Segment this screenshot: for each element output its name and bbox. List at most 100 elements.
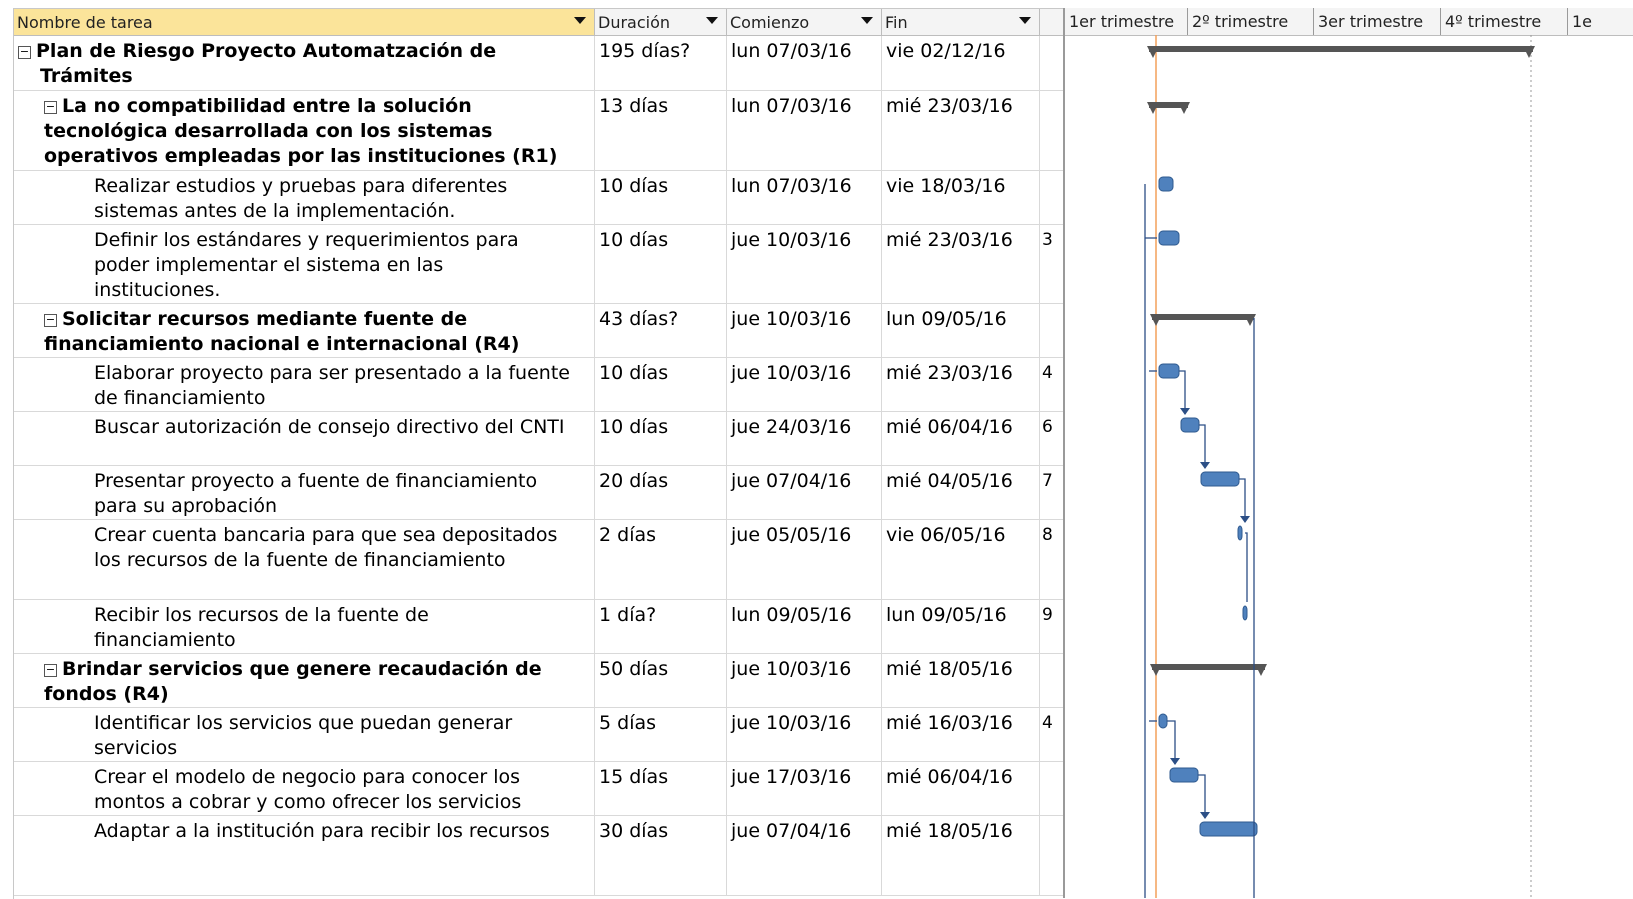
task-name-cell[interactable]: Presentar proyecto a fuente de financiam… — [14, 466, 595, 519]
task-start-cell[interactable]: lun 07/03/16 — [727, 171, 882, 224]
task-duration-cell[interactable]: 1 día? — [595, 600, 727, 653]
task-predecessor-cell[interactable] — [1040, 816, 1064, 895]
task-duration-cell[interactable]: 20 días — [595, 466, 727, 519]
task-predecessor-cell[interactable]: 6 — [1040, 412, 1064, 465]
task-start-cell[interactable]: jue 17/03/16 — [727, 762, 882, 815]
task-start-cell[interactable]: lun 07/03/16 — [727, 36, 882, 90]
task-start-cell[interactable]: jue 24/03/16 — [727, 412, 882, 465]
task-duration-cell[interactable]: 43 días? — [595, 304, 727, 357]
column-header-name[interactable]: Nombre de tarea — [14, 9, 595, 36]
task-end-cell[interactable]: mié 23/03/16 — [882, 91, 1040, 170]
column-header-duration-label: Duración — [598, 13, 671, 32]
task-end-cell[interactable]: lun 09/05/16 — [882, 600, 1040, 653]
collapse-toggle-icon[interactable]: − — [18, 46, 31, 59]
column-header-end[interactable]: Fin — [882, 9, 1040, 36]
task-row[interactable]: Elaborar proyecto para ser presentado a … — [14, 358, 1064, 412]
task-row[interactable]: Identificar los servicios que puedan gen… — [14, 708, 1064, 762]
task-name-cell[interactable]: Identificar los servicios que puedan gen… — [14, 708, 595, 761]
task-duration-cell[interactable]: 195 días? — [595, 36, 727, 90]
task-duration-cell[interactable]: 13 días — [595, 91, 727, 170]
task-duration-cell[interactable]: 30 días — [595, 816, 727, 895]
task-predecessor-cell[interactable] — [1040, 304, 1064, 357]
task-duration-cell[interactable]: 15 días — [595, 762, 727, 815]
task-end-cell[interactable]: mié 16/03/16 — [882, 708, 1040, 761]
task-predecessor-cell[interactable] — [1040, 36, 1064, 90]
task-name-cell[interactable]: − Brindar servicios que genere recaudació… — [14, 654, 595, 707]
task-predecessor-cell[interactable]: 7 — [1040, 466, 1064, 519]
task-predecessor-cell[interactable] — [1040, 91, 1064, 170]
task-start-cell[interactable]: jue 05/05/16 — [727, 520, 882, 599]
task-start-cell[interactable]: jue 10/03/16 — [727, 225, 882, 303]
collapse-toggle-icon[interactable]: − — [44, 101, 57, 114]
dropdown-arrow-icon[interactable] — [706, 17, 718, 24]
dropdown-arrow-icon[interactable] — [861, 17, 873, 24]
summary-task-row[interactable]: − Brindar servicios que genere recaudació… — [14, 654, 1064, 708]
task-predecessor-cell[interactable]: 8 — [1040, 520, 1064, 599]
task-duration-cell[interactable]: 5 días — [595, 708, 727, 761]
task-name-cell[interactable]: − Plan de Riesgo Proyecto Automatzación d… — [14, 36, 595, 90]
task-row[interactable]: Presentar proyecto a fuente de financiam… — [14, 466, 1064, 520]
task-name-cell[interactable]: Recibir los recursos de la fuente de fina… — [14, 600, 595, 653]
task-start-cell[interactable]: jue 10/03/16 — [727, 708, 882, 761]
task-duration-cell[interactable]: 10 días — [595, 171, 727, 224]
task-end-cell[interactable]: mié 06/04/16 — [882, 762, 1040, 815]
task-end-cell[interactable]: mié 23/03/16 — [882, 358, 1040, 411]
task-predecessor-cell[interactable]: 4 — [1040, 708, 1064, 761]
task-start-cell[interactable]: lun 07/03/16 — [727, 91, 882, 170]
task-duration-cell[interactable]: 10 días — [595, 225, 727, 303]
task-start-cell[interactable]: jue 10/03/16 — [727, 304, 882, 357]
task-duration-cell[interactable]: 10 días — [595, 358, 727, 411]
collapse-toggle-icon[interactable]: − — [44, 664, 57, 677]
task-predecessor-cell[interactable] — [1040, 762, 1064, 815]
task-row[interactable]: Definir los estándares y requerimientos … — [14, 225, 1064, 304]
task-name-cell[interactable]: Buscar autorización de consejo directivo… — [14, 412, 595, 465]
task-name-line: de financiamiento — [94, 387, 266, 409]
task-predecessor-cell[interactable]: 4 — [1040, 358, 1064, 411]
task-end-cell[interactable]: mié 18/05/16 — [882, 654, 1040, 707]
task-end-cell[interactable]: vie 06/05/16 — [882, 520, 1040, 599]
task-end-cell[interactable]: mié 06/04/16 — [882, 412, 1040, 465]
dropdown-arrow-icon[interactable] — [574, 17, 586, 24]
summary-task-row[interactable]: − Plan de Riesgo Proyecto Automatzación d… — [14, 36, 1064, 91]
task-predecessor-cell[interactable]: 3 — [1040, 225, 1064, 303]
task-name-cell[interactable]: Adaptar a la institución para recibir lo… — [14, 816, 595, 895]
task-duration-cell[interactable]: 50 días — [595, 654, 727, 707]
task-name-cell[interactable]: Realizar estudios y pruebas para diferen… — [14, 171, 595, 224]
dropdown-arrow-icon[interactable] — [1019, 17, 1031, 24]
task-row[interactable]: Crear cuenta bancaria para que sea depos… — [14, 520, 1064, 600]
task-predecessor-cell[interactable] — [1040, 654, 1064, 707]
task-duration-cell[interactable]: 2 días — [595, 520, 727, 599]
task-start-cell[interactable]: lun 09/05/16 — [727, 600, 882, 653]
task-duration-cell[interactable]: 10 días — [595, 412, 727, 465]
summary-task-row[interactable]: − Solicitar recursos mediante fuente de fi… — [14, 304, 1064, 358]
column-header-duration[interactable]: Duración — [595, 9, 727, 36]
task-row[interactable]: Buscar autorización de consejo directivo… — [14, 412, 1064, 466]
task-row[interactable]: Realizar estudios y pruebas para diferen… — [14, 171, 1064, 225]
task-name-cell[interactable]: Definir los estándares y requerimientos … — [14, 225, 595, 303]
task-row[interactable]: Adaptar a la institución para recibir lo… — [14, 816, 1064, 896]
task-end-cell[interactable]: mié 04/05/16 — [882, 466, 1040, 519]
task-row[interactable]: Recibir los recursos de la fuente de fina… — [14, 600, 1064, 654]
task-end-cell[interactable]: vie 02/12/16 — [882, 36, 1040, 90]
collapse-toggle-icon[interactable]: − — [44, 314, 57, 327]
task-end-cell[interactable]: mié 23/03/16 — [882, 225, 1040, 303]
task-predecessor-cell[interactable]: 9 — [1040, 600, 1064, 653]
task-name-cell[interactable]: Crear el modelo de negocio para conocer … — [14, 762, 595, 815]
summary-task-row[interactable]: − La no compatibilidad entre la solución t… — [14, 91, 1064, 171]
task-name-cell[interactable]: − La no compatibilidad entre la solución t… — [14, 91, 595, 170]
task-start-cell[interactable]: jue 07/04/16 — [727, 466, 882, 519]
task-end-cell[interactable]: vie 18/03/16 — [882, 171, 1040, 224]
summary-bar — [1152, 314, 1254, 320]
task-row[interactable]: Crear el modelo de negocio para conocer … — [14, 762, 1064, 816]
column-header-start[interactable]: Comienzo — [727, 9, 882, 36]
task-end-cell[interactable]: lun 09/05/16 — [882, 304, 1040, 357]
task-end-cell[interactable]: mié 18/05/16 — [882, 816, 1040, 895]
task-start-cell[interactable]: jue 10/03/16 — [727, 358, 882, 411]
task-start-cell[interactable]: jue 07/04/16 — [727, 816, 882, 895]
column-header-predecessors[interactable] — [1040, 9, 1064, 36]
task-name-cell[interactable]: Crear cuenta bancaria para que sea depos… — [14, 520, 595, 599]
task-name-cell[interactable]: Elaborar proyecto para ser presentado a … — [14, 358, 595, 411]
task-start-cell[interactable]: jue 10/03/16 — [727, 654, 882, 707]
task-name-cell[interactable]: − Solicitar recursos mediante fuente de fi… — [14, 304, 595, 357]
task-predecessor-cell[interactable] — [1040, 171, 1064, 224]
